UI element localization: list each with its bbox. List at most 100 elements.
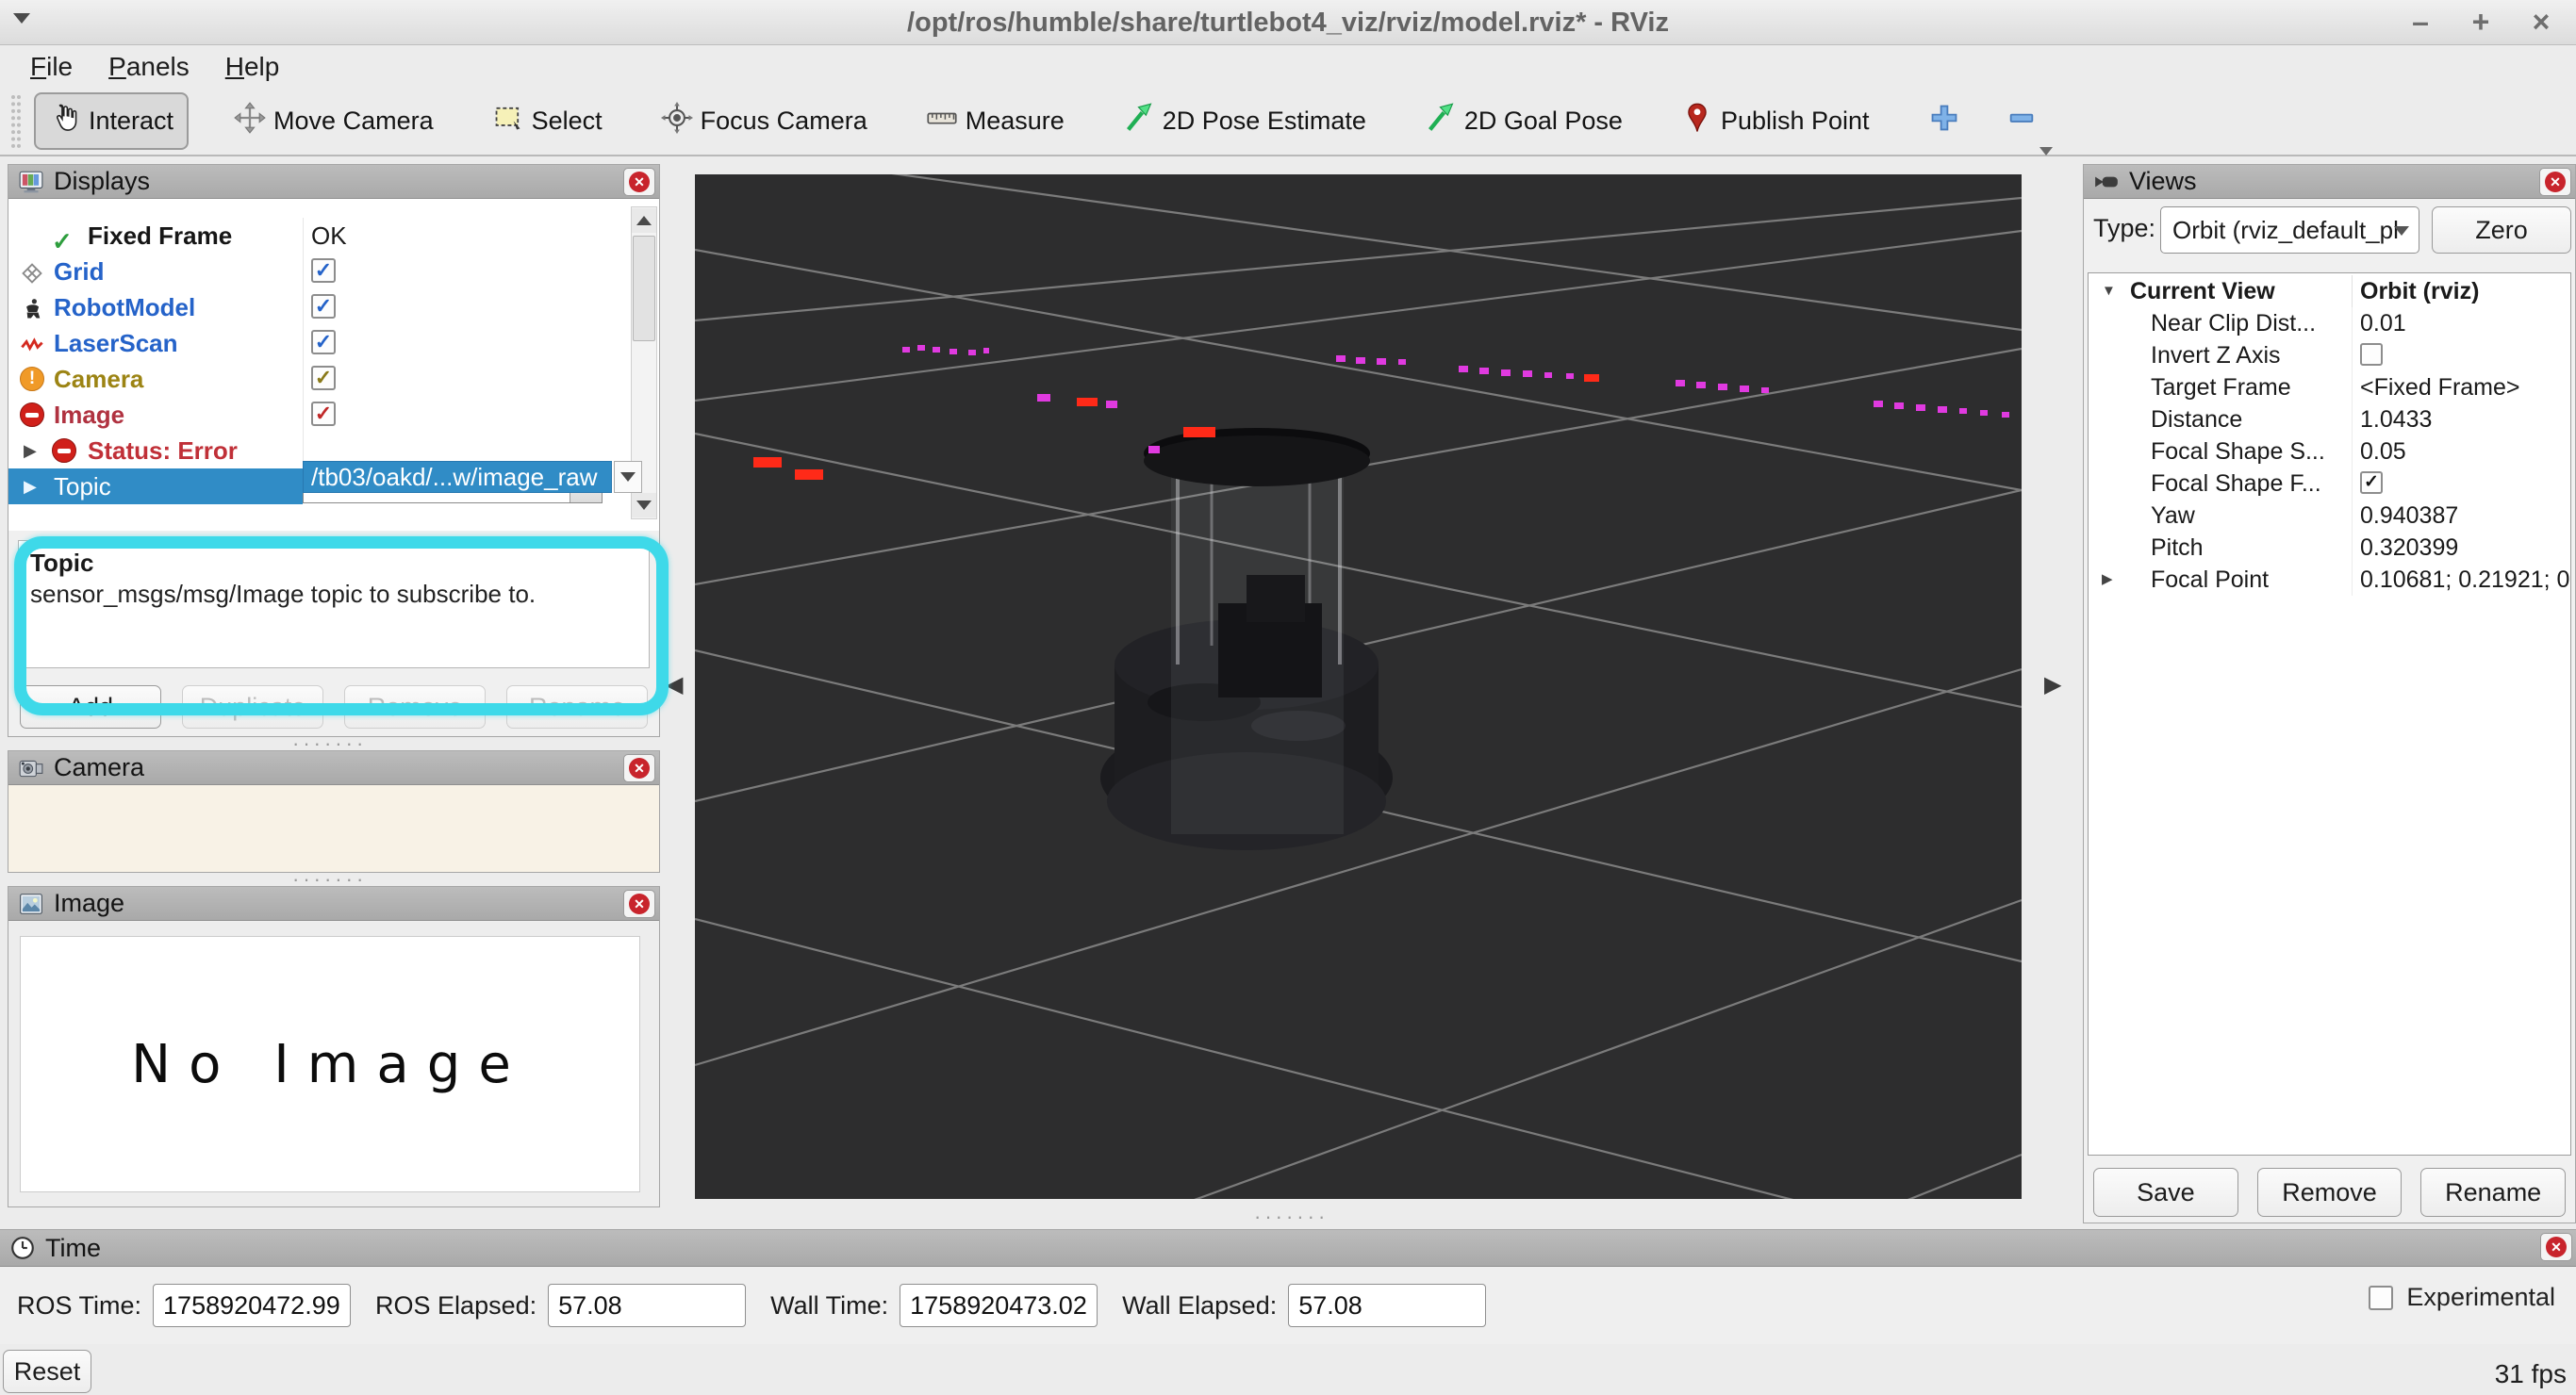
views-row-invert-z-axis[interactable]: Invert Z Axis xyxy=(2089,339,2570,371)
move-icon xyxy=(234,102,266,140)
menu-item-help[interactable]: Help xyxy=(210,50,301,84)
splitter-handle[interactable]: ······· xyxy=(1254,1205,1329,1229)
display-row-image[interactable]: Image✓ xyxy=(8,397,659,433)
enabled-checkbox[interactable]: ✓ xyxy=(311,366,336,390)
views-row-focal-shape-s-[interactable]: Focal Shape S...0.05 xyxy=(2089,435,2570,468)
views-close-button[interactable]: ✕ xyxy=(2539,168,2571,196)
tool-button-2d-pose-estimate[interactable]: 2D Pose Estimate xyxy=(1110,94,1379,148)
property-value: 0.940387 xyxy=(2352,500,2570,532)
display-row-camera[interactable]: !Camera✓ xyxy=(8,361,659,397)
turtlebot-robot-model xyxy=(1100,428,1393,850)
property-checkbox[interactable]: ✓ xyxy=(2360,471,2383,494)
minimize-button[interactable]: – xyxy=(2403,4,2438,40)
views-panel-header[interactable]: Views ✕ xyxy=(2084,165,2575,199)
error-icon xyxy=(52,438,76,463)
views-row-distance[interactable]: Distance1.0433 xyxy=(2089,403,2570,435)
views-row-near-clip-dist-[interactable]: Near Clip Dist...0.01 xyxy=(2089,307,2570,339)
views-row-current-view[interactable]: ▼Current ViewOrbit (rviz) xyxy=(2089,275,2570,307)
enabled-checkbox[interactable]: ✓ xyxy=(311,402,336,426)
display-row-fixed-frame[interactable]: ✓Fixed FrameOK xyxy=(8,218,659,254)
reset-button[interactable]: Reset xyxy=(3,1350,91,1393)
property-value: 1.0433 xyxy=(2352,403,2570,435)
property-label: Focal Point xyxy=(2151,564,2269,596)
tool-button-move-camera[interactable]: Move Camera xyxy=(221,94,447,148)
splitter-handle[interactable]: ······· xyxy=(292,867,367,892)
displays-close-button[interactable]: ✕ xyxy=(623,168,655,196)
collapse-left-panel-icon[interactable]: ◀ xyxy=(666,671,683,698)
views-tree: ▼Current ViewOrbit (rviz)Near Clip Dist.… xyxy=(2088,272,2571,1156)
chevron-down-icon xyxy=(2394,226,2409,236)
save-view-button[interactable]: Save xyxy=(2093,1168,2238,1217)
menu-item-panels[interactable]: Panels xyxy=(93,50,210,84)
time-field: Wall Time: xyxy=(770,1284,1098,1327)
maximize-button[interactable]: + xyxy=(2463,4,2499,40)
views-row-pitch[interactable]: Pitch0.320399 xyxy=(2089,532,2570,564)
views-row-target-frame[interactable]: Target Frame<Fixed Frame> xyxy=(2089,371,2570,403)
views-row-focal-shape-f-[interactable]: Focal Shape F...✓ xyxy=(2089,468,2570,500)
tool-button-measure[interactable]: Measure xyxy=(913,94,1078,148)
views-row-focal-point[interactable]: ▶Focal Point0.10681; 0.21921; 0.1... xyxy=(2089,564,2570,596)
laser-scan-points xyxy=(753,345,2009,480)
image-close-button[interactable]: ✕ xyxy=(623,890,655,918)
ruler-icon xyxy=(926,102,958,140)
add-button[interactable]: Add xyxy=(20,685,161,729)
scroll-down-icon[interactable] xyxy=(632,493,656,517)
tool-button-2d-goal-pose[interactable]: 2D Goal Pose xyxy=(1412,94,1636,148)
scrollbar-thumb[interactable] xyxy=(633,236,655,341)
splitter-handle[interactable]: ······· xyxy=(292,731,367,756)
time-field-input[interactable] xyxy=(1288,1284,1486,1327)
expander-icon[interactable]: ▶ xyxy=(2102,564,2121,596)
expander-icon[interactable]: ▶ xyxy=(24,468,44,504)
fps-counter: 31 fps xyxy=(2495,1359,2567,1389)
tool-button-select[interactable]: Select xyxy=(479,94,616,148)
displays-panel-header[interactable]: Displays ✕ xyxy=(8,165,659,199)
dropdown-scroll-down-icon[interactable] xyxy=(614,461,642,493)
close-window-button[interactable]: × xyxy=(2523,4,2559,40)
property-checkbox[interactable] xyxy=(2360,343,2383,366)
toolbar-drag-handle[interactable] xyxy=(11,95,21,148)
tool-button-focus-camera[interactable]: Focus Camera xyxy=(648,94,881,148)
laser-icon xyxy=(20,331,44,355)
topic-dropdown-option[interactable]: /tb03/oakd/...w/image_raw xyxy=(303,461,612,493)
enabled-checkbox[interactable]: ✓ xyxy=(311,294,336,319)
display-row-grid[interactable]: Grid✓ xyxy=(8,254,659,289)
camera-panel-title: Camera xyxy=(54,753,144,782)
camera-panel-header[interactable]: Camera ✕ xyxy=(8,751,659,785)
collapse-right-panel-icon[interactable]: ▶ xyxy=(2044,671,2061,698)
display-row-laserscan[interactable]: LaserScan✓ xyxy=(8,325,659,361)
time-field-input[interactable] xyxy=(153,1284,351,1327)
menu-item-file[interactable]: File xyxy=(15,50,93,84)
rename-button[interactable]: Rename xyxy=(506,685,648,729)
tool-button-add-tool[interactable] xyxy=(1915,94,1973,148)
views-row-yaw[interactable]: Yaw0.940387 xyxy=(2089,500,2570,532)
zero-button[interactable]: Zero xyxy=(2432,206,2571,254)
display-value: ✓ xyxy=(303,361,336,397)
tool-button-interact[interactable]: Interact xyxy=(34,92,189,150)
image-panel-header[interactable]: Image ✕ xyxy=(8,887,659,921)
render-viewport-3d[interactable] xyxy=(695,174,2022,1199)
duplicate-button[interactable]: Duplicate xyxy=(182,685,323,729)
experimental-checkbox[interactable] xyxy=(2369,1286,2393,1310)
tool-button-remove-tool[interactable] xyxy=(1992,94,2051,148)
time-field-input[interactable] xyxy=(900,1284,1098,1327)
close-icon: ✕ xyxy=(629,894,650,914)
tool-button-publish-point[interactable]: Publish Point xyxy=(1668,94,1883,148)
expander-icon[interactable]: ▼ xyxy=(2102,275,2121,307)
remove-view-button[interactable]: Remove xyxy=(2257,1168,2403,1217)
time-field-input[interactable] xyxy=(548,1284,746,1327)
enabled-checkbox[interactable]: ✓ xyxy=(311,330,336,354)
camera-close-button[interactable]: ✕ xyxy=(623,754,655,782)
time-field-label: ROS Time: xyxy=(17,1291,141,1321)
expander-icon[interactable]: ▶ xyxy=(24,433,44,468)
error-icon xyxy=(20,402,44,427)
remove-button[interactable]: Remove xyxy=(344,685,486,729)
robot-icon xyxy=(20,295,44,320)
time-close-button[interactable]: ✕ xyxy=(2540,1233,2572,1261)
camera-panel: Camera ✕ xyxy=(8,750,660,873)
view-type-combobox[interactable]: Orbit (rviz_default_pl xyxy=(2160,206,2419,254)
display-row-robotmodel[interactable]: RobotModel✓ xyxy=(8,289,659,325)
rename-view-button[interactable]: Rename xyxy=(2420,1168,2566,1217)
enabled-checkbox[interactable]: ✓ xyxy=(311,258,336,283)
time-panel-header[interactable]: Time ✕ xyxy=(0,1230,2576,1267)
scroll-up-icon[interactable] xyxy=(632,208,656,233)
